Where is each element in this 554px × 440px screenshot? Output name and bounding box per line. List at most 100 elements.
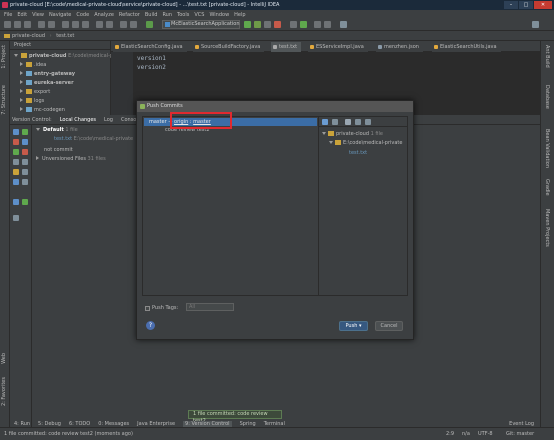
menu-code[interactable]: Code xyxy=(76,12,89,18)
preview-icon[interactable] xyxy=(22,179,28,185)
expand-all-icon[interactable] xyxy=(322,119,328,125)
menu-window[interactable]: Window xyxy=(209,12,229,18)
copy-icon[interactable] xyxy=(72,21,79,28)
save-icon[interactable] xyxy=(14,21,21,28)
menu-navigate[interactable]: Navigate xyxy=(49,12,71,18)
database-tab[interactable]: Database xyxy=(544,85,550,109)
pin-icon[interactable] xyxy=(13,199,19,205)
menu-vcs[interactable]: VCS xyxy=(194,12,204,18)
back-icon[interactable] xyxy=(120,21,127,28)
commit-icon[interactable] xyxy=(22,129,28,135)
vcs-commit-icon[interactable] xyxy=(300,21,307,28)
tab-sourcebuildfactory[interactable]: SourceBuildFactory.java xyxy=(193,42,265,52)
collapse-all-icon[interactable] xyxy=(332,119,338,125)
tab-log[interactable]: Log xyxy=(104,115,113,124)
menu-edit[interactable]: Edit xyxy=(17,12,27,18)
menu-run[interactable]: Run xyxy=(162,12,172,18)
project-structure-icon[interactable] xyxy=(324,21,331,28)
close-panel-icon[interactable] xyxy=(13,215,19,221)
tab-local-changes[interactable]: Local Changes xyxy=(60,115,96,124)
move-icon[interactable] xyxy=(13,159,19,165)
menu-file[interactable]: File xyxy=(4,12,12,18)
settings-icon[interactable] xyxy=(365,119,371,125)
cut-icon[interactable] xyxy=(62,21,69,28)
file-encoding[interactable]: UTF-8 xyxy=(478,431,493,437)
tree-item[interactable]: eureka-server xyxy=(20,80,74,86)
close-button[interactable]: ✕ xyxy=(534,1,552,9)
code-line[interactable]: version2 xyxy=(137,64,166,71)
menu-view[interactable]: View xyxy=(32,12,44,18)
refresh-icon[interactable] xyxy=(13,129,19,135)
show-diff-icon[interactable] xyxy=(355,119,361,125)
settings-icon[interactable] xyxy=(314,21,321,28)
find-icon[interactable] xyxy=(96,21,103,28)
tab-esserviceimpl[interactable]: ESServiceImpl.java xyxy=(308,42,368,52)
push-tags-option[interactable]: Push Tags: xyxy=(145,305,178,311)
changelist-not-commit[interactable]: not commit xyxy=(44,147,73,153)
replace-icon[interactable] xyxy=(106,21,113,28)
bean-validation-tab[interactable]: Bean Validation xyxy=(544,129,550,168)
tab-elasticsearchutils[interactable]: ElasticSearchUtils.java xyxy=(432,42,501,52)
web-tool-tab[interactable]: Web xyxy=(1,353,7,364)
favorites-tool-tab[interactable]: 2: Favorites xyxy=(1,377,7,406)
new-changelist-icon[interactable] xyxy=(13,149,19,155)
menu-analyze[interactable]: Analyze xyxy=(94,12,114,18)
paste-icon[interactable] xyxy=(82,21,89,28)
unversioned-files[interactable]: Unversioned Files 31 files xyxy=(36,156,106,162)
settings-icon[interactable] xyxy=(13,179,19,185)
tab-menzhen-json[interactable]: menzhen.json xyxy=(376,42,423,52)
run-config-select[interactable]: McElasticSearchApplication xyxy=(162,20,240,29)
stop-icon[interactable] xyxy=(274,21,281,28)
search-everywhere-icon[interactable] xyxy=(532,21,539,28)
push-tags-select[interactable]: All xyxy=(186,303,234,311)
maximize-button[interactable]: □ xyxy=(519,1,533,9)
breadcrumb-project[interactable]: private-cloud xyxy=(12,33,45,39)
code-line[interactable]: version1 xyxy=(137,55,166,62)
cancel-button[interactable]: Cancel xyxy=(375,321,403,331)
push-tags-checkbox[interactable] xyxy=(145,305,150,311)
help-icon[interactable] xyxy=(340,21,347,28)
breadcrumb-file[interactable]: test.txt xyxy=(56,33,74,39)
group-by-directory-icon[interactable] xyxy=(345,119,351,125)
undo-icon[interactable] xyxy=(38,21,45,28)
project-tool-tab[interactable]: 1: Project xyxy=(1,45,7,69)
push-button[interactable]: Push ▾ xyxy=(339,321,368,331)
rollback-icon[interactable] xyxy=(13,139,19,145)
menu-tools[interactable]: Tools xyxy=(177,12,189,18)
caret-position[interactable]: 2:9 xyxy=(446,431,454,437)
minimize-button[interactable]: – xyxy=(504,1,518,9)
expand-all-icon[interactable] xyxy=(22,169,28,175)
help-button[interactable]: ? xyxy=(146,321,155,330)
maven-projects-tab[interactable]: Maven Projects xyxy=(544,209,550,247)
ant-build-tab[interactable]: Ant Build xyxy=(544,45,550,68)
tree-item[interactable]: mc-codegen xyxy=(20,107,65,113)
project-panel-title[interactable]: Project xyxy=(14,42,31,48)
changed-file[interactable]: test.txt E:\code\medical-private xyxy=(54,136,133,142)
commit-notification[interactable]: 1 file committed: code review test2 xyxy=(188,410,282,424)
structure-tool-tab[interactable]: 7: Structure xyxy=(1,85,7,115)
menu-help[interactable]: Help xyxy=(234,12,245,18)
tree-item[interactable]: export xyxy=(20,89,50,95)
files-tree-root[interactable]: private-cloud 1 file xyxy=(322,131,383,137)
changelist-default[interactable]: Default 1 file xyxy=(36,127,78,133)
tree-item[interactable]: logs xyxy=(20,98,44,104)
build-icon[interactable] xyxy=(146,21,153,28)
tree-item[interactable]: entry-gateway xyxy=(20,71,75,77)
delete-changelist-icon[interactable] xyxy=(22,149,28,155)
line-separator[interactable]: n/a xyxy=(462,431,470,437)
help-icon[interactable] xyxy=(22,199,28,205)
menu-build[interactable]: Build xyxy=(145,12,158,18)
vcs-update-icon[interactable] xyxy=(290,21,297,28)
shelve-icon[interactable] xyxy=(13,169,19,175)
gradle-tab[interactable]: Gradle xyxy=(544,179,550,196)
tree-item[interactable]: .idea xyxy=(20,62,46,68)
redo-icon[interactable] xyxy=(48,21,55,28)
diff-icon[interactable] xyxy=(22,139,28,145)
tree-root[interactable]: private-cloud E:\code\medical-pri xyxy=(14,53,117,59)
open-icon[interactable] xyxy=(4,21,11,28)
group-icon[interactable] xyxy=(22,159,28,165)
coverage-icon[interactable] xyxy=(264,21,271,28)
sync-icon[interactable] xyxy=(24,21,31,28)
menu-refactor[interactable]: Refactor xyxy=(119,12,140,18)
files-tree-file[interactable]: test.txt xyxy=(349,150,367,156)
